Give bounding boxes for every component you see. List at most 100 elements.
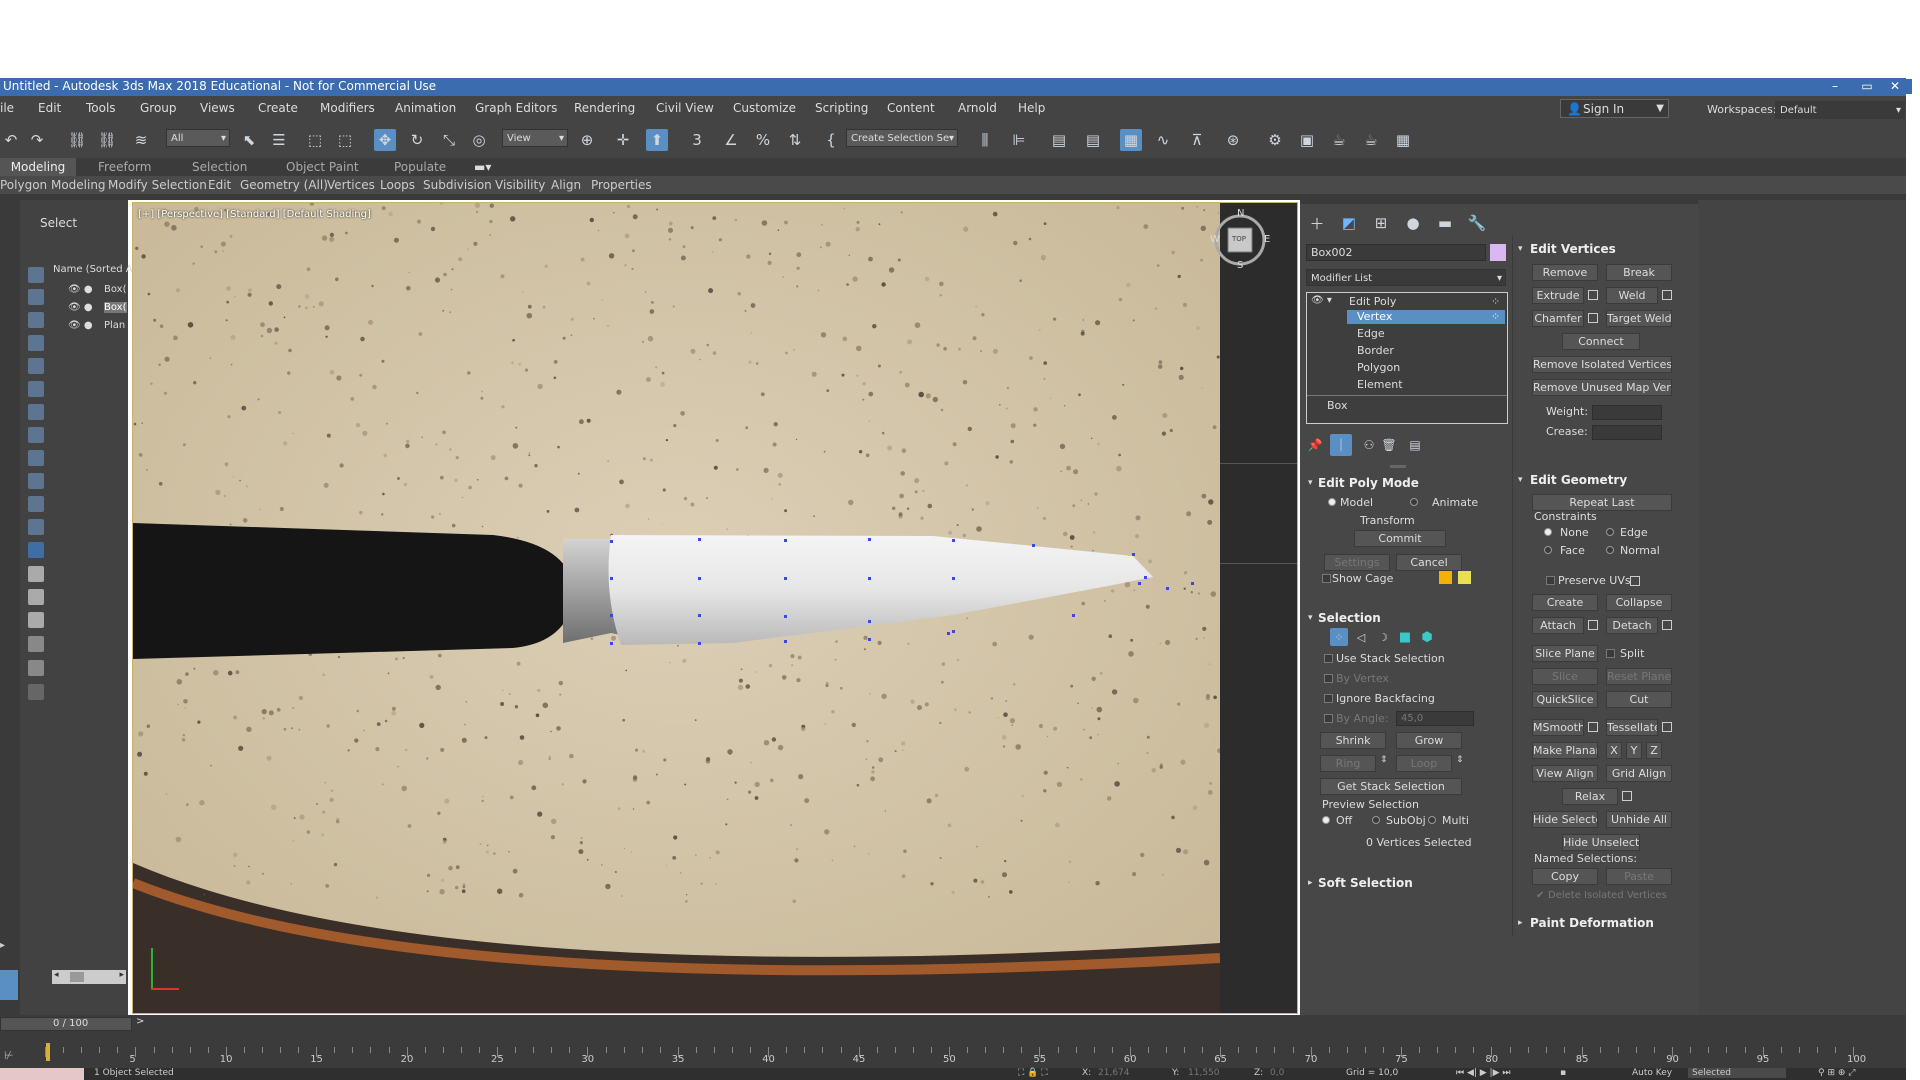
- menu-file[interactable]: ile: [0, 101, 14, 115]
- scroll-right-icon[interactable]: ▸: [119, 970, 124, 980]
- remove-isolated-vertices-button[interactable]: Remove Isolated Vertices: [1532, 356, 1672, 373]
- workspaces-dropdown[interactable]: Default: [1775, 101, 1905, 120]
- display-helpers-icon[interactable]: [28, 381, 44, 397]
- scene-item-box1[interactable]: Box(: [104, 284, 127, 295]
- utilities-tab-icon[interactable]: 🔧: [1466, 212, 1488, 234]
- menu-group[interactable]: Group: [140, 101, 177, 115]
- animate-radio[interactable]: [1410, 498, 1418, 506]
- ring-spinner-icon[interactable]: ⇕: [1380, 755, 1388, 765]
- settings-button[interactable]: Settings: [1324, 554, 1390, 571]
- commit-button[interactable]: Commit: [1354, 530, 1446, 547]
- material-editor-icon[interactable]: ⊛: [1222, 129, 1244, 151]
- chamfer-settings-icon[interactable]: [1588, 313, 1598, 323]
- create-button[interactable]: Create: [1532, 594, 1598, 611]
- menu-modifiers[interactable]: Modifiers: [320, 101, 375, 115]
- ribbon-options-icon[interactable]: ▬▾: [474, 160, 491, 174]
- pin-stack-icon[interactable]: 📌: [1304, 434, 1326, 456]
- display-lights-icon[interactable]: [28, 335, 44, 351]
- key-filter-dropdown[interactable]: Selected: [1688, 1068, 1786, 1078]
- ignore-backfacing-checkbox[interactable]: [1324, 694, 1333, 703]
- scene-item-box2[interactable]: Box(: [104, 302, 127, 313]
- angle-spinner[interactable]: 45,0: [1396, 711, 1474, 726]
- select-by-name-icon[interactable]: ☰: [268, 129, 290, 151]
- slice-button[interactable]: Slice: [1532, 668, 1598, 685]
- viewport-label[interactable]: [+] [Perspective] [Standard] [Default Sh…: [138, 209, 371, 220]
- filter-icon[interactable]: [28, 636, 44, 652]
- remove-button[interactable]: Remove: [1532, 264, 1598, 281]
- collapse-button[interactable]: Collapse: [1606, 594, 1672, 611]
- display-tab-icon[interactable]: ▬: [1434, 212, 1456, 234]
- render-in-cloud-icon[interactable]: ▦: [1392, 129, 1414, 151]
- modify-tab-icon[interactable]: ◩: [1338, 212, 1360, 234]
- curve-editor-icon[interactable]: ∿: [1152, 129, 1174, 151]
- schematic-view-icon[interactable]: ⊼: [1186, 129, 1208, 151]
- curve-editor-toggle-icon[interactable]: ⊬: [4, 1049, 14, 1062]
- mesh-vertex[interactable]: [947, 632, 950, 635]
- y-field[interactable]: 11,550: [1188, 1068, 1220, 1078]
- menu-graph-editors[interactable]: Graph Editors: [475, 101, 557, 115]
- toggle-ribbon-icon[interactable]: ▦: [1120, 129, 1142, 151]
- cage-color-swatch[interactable]: [1439, 571, 1452, 584]
- slice-plane-button[interactable]: Slice Plane: [1532, 645, 1598, 662]
- constraint-none-radio[interactable]: [1544, 528, 1552, 536]
- break-button[interactable]: Break: [1606, 264, 1672, 281]
- remove-modifier-icon[interactable]: 🗑: [1378, 434, 1400, 456]
- mesh-vertex[interactable]: [610, 540, 613, 543]
- next-frame-icon[interactable]: >: [136, 1016, 144, 1027]
- menu-civil-view[interactable]: Civil View: [656, 101, 714, 115]
- viewcube[interactable]: N S W E TOP: [1210, 208, 1270, 271]
- cut-button[interactable]: Cut: [1606, 691, 1672, 708]
- detach-button[interactable]: Detach: [1606, 617, 1658, 634]
- scene-item-eye-icon[interactable]: 👁 ●: [68, 302, 93, 313]
- mesh-vertex[interactable]: [610, 642, 613, 645]
- selection-filter-dropdown[interactable]: All: [166, 129, 230, 148]
- mesh-vertex[interactable]: [784, 577, 787, 580]
- constraint-edge-radio[interactable]: [1606, 528, 1614, 536]
- window-crossing-icon[interactable]: ⬚: [334, 129, 356, 151]
- extrude-button[interactable]: Extrude: [1532, 287, 1584, 304]
- menu-rendering[interactable]: Rendering: [574, 101, 635, 115]
- display-all-icon[interactable]: [28, 566, 44, 582]
- attach-settings-icon[interactable]: [1588, 620, 1598, 630]
- stack-element[interactable]: Element: [1357, 378, 1403, 391]
- display-cameras-icon[interactable]: [28, 358, 44, 374]
- keyboard-shortcut-toggle-icon[interactable]: ⬆: [646, 129, 668, 151]
- edit-poly-mode-header[interactable]: Edit Poly Mode: [1318, 476, 1419, 490]
- mesh-vertex[interactable]: [610, 614, 613, 617]
- percent-snap-icon[interactable]: %: [752, 129, 774, 151]
- preview-multi-radio[interactable]: [1428, 816, 1436, 824]
- get-stack-selection-button[interactable]: Get Stack Selection: [1320, 778, 1462, 795]
- set-key-icon[interactable]: ▪: [1560, 1068, 1566, 1078]
- panel-loops[interactable]: Loops: [380, 178, 415, 192]
- quickslice-button[interactable]: QuickSlice: [1532, 691, 1598, 708]
- redo-icon[interactable]: ↷: [26, 129, 48, 151]
- named-selection-sets-dropdown[interactable]: Create Selection Se: [846, 129, 958, 148]
- undo-icon[interactable]: ↶: [0, 129, 22, 151]
- tab-object-paint[interactable]: Object Paint: [286, 160, 359, 174]
- mesh-vertex[interactable]: [1132, 553, 1135, 556]
- menu-scripting[interactable]: Scripting: [815, 101, 868, 115]
- collapse-icon[interactable]: ▾: [1518, 475, 1523, 485]
- display-objects-icon[interactable]: [28, 267, 44, 283]
- delete-isolated-check-icon[interactable]: ✔: [1536, 890, 1544, 901]
- mesh-vertex[interactable]: [868, 538, 871, 541]
- panel-align[interactable]: Align: [551, 178, 581, 192]
- mesh-vertex[interactable]: [698, 614, 701, 617]
- scene-horizontal-scrollbar[interactable]: ◂ ▸: [52, 970, 126, 984]
- scene-column-header[interactable]: Name (Sorted A: [53, 264, 133, 275]
- menu-views[interactable]: Views: [200, 101, 235, 115]
- msmooth-settings-icon[interactable]: [1588, 722, 1598, 732]
- reference-coordinate-dropdown[interactable]: View: [502, 129, 568, 148]
- rotate-icon[interactable]: ↻: [406, 129, 428, 151]
- stack-edit-poly[interactable]: Edit Poly: [1349, 295, 1396, 308]
- show-end-result-icon[interactable]: ⏐: [1330, 434, 1352, 456]
- minimize-button[interactable]: –: [1818, 79, 1852, 94]
- panel-polygon-modeling[interactable]: Polygon Modeling: [0, 178, 106, 192]
- mesh-vertex[interactable]: [1138, 582, 1141, 585]
- collapse-icon[interactable]: ▾: [1308, 478, 1313, 488]
- paste-button[interactable]: Paste: [1606, 868, 1672, 885]
- model-radio[interactable]: [1328, 498, 1336, 506]
- perspective-viewport[interactable]: [+] [Perspective] [Standard] [Default Sh…: [133, 203, 1220, 1013]
- move-icon[interactable]: ✥: [374, 129, 396, 151]
- menu-content[interactable]: Content: [887, 101, 935, 115]
